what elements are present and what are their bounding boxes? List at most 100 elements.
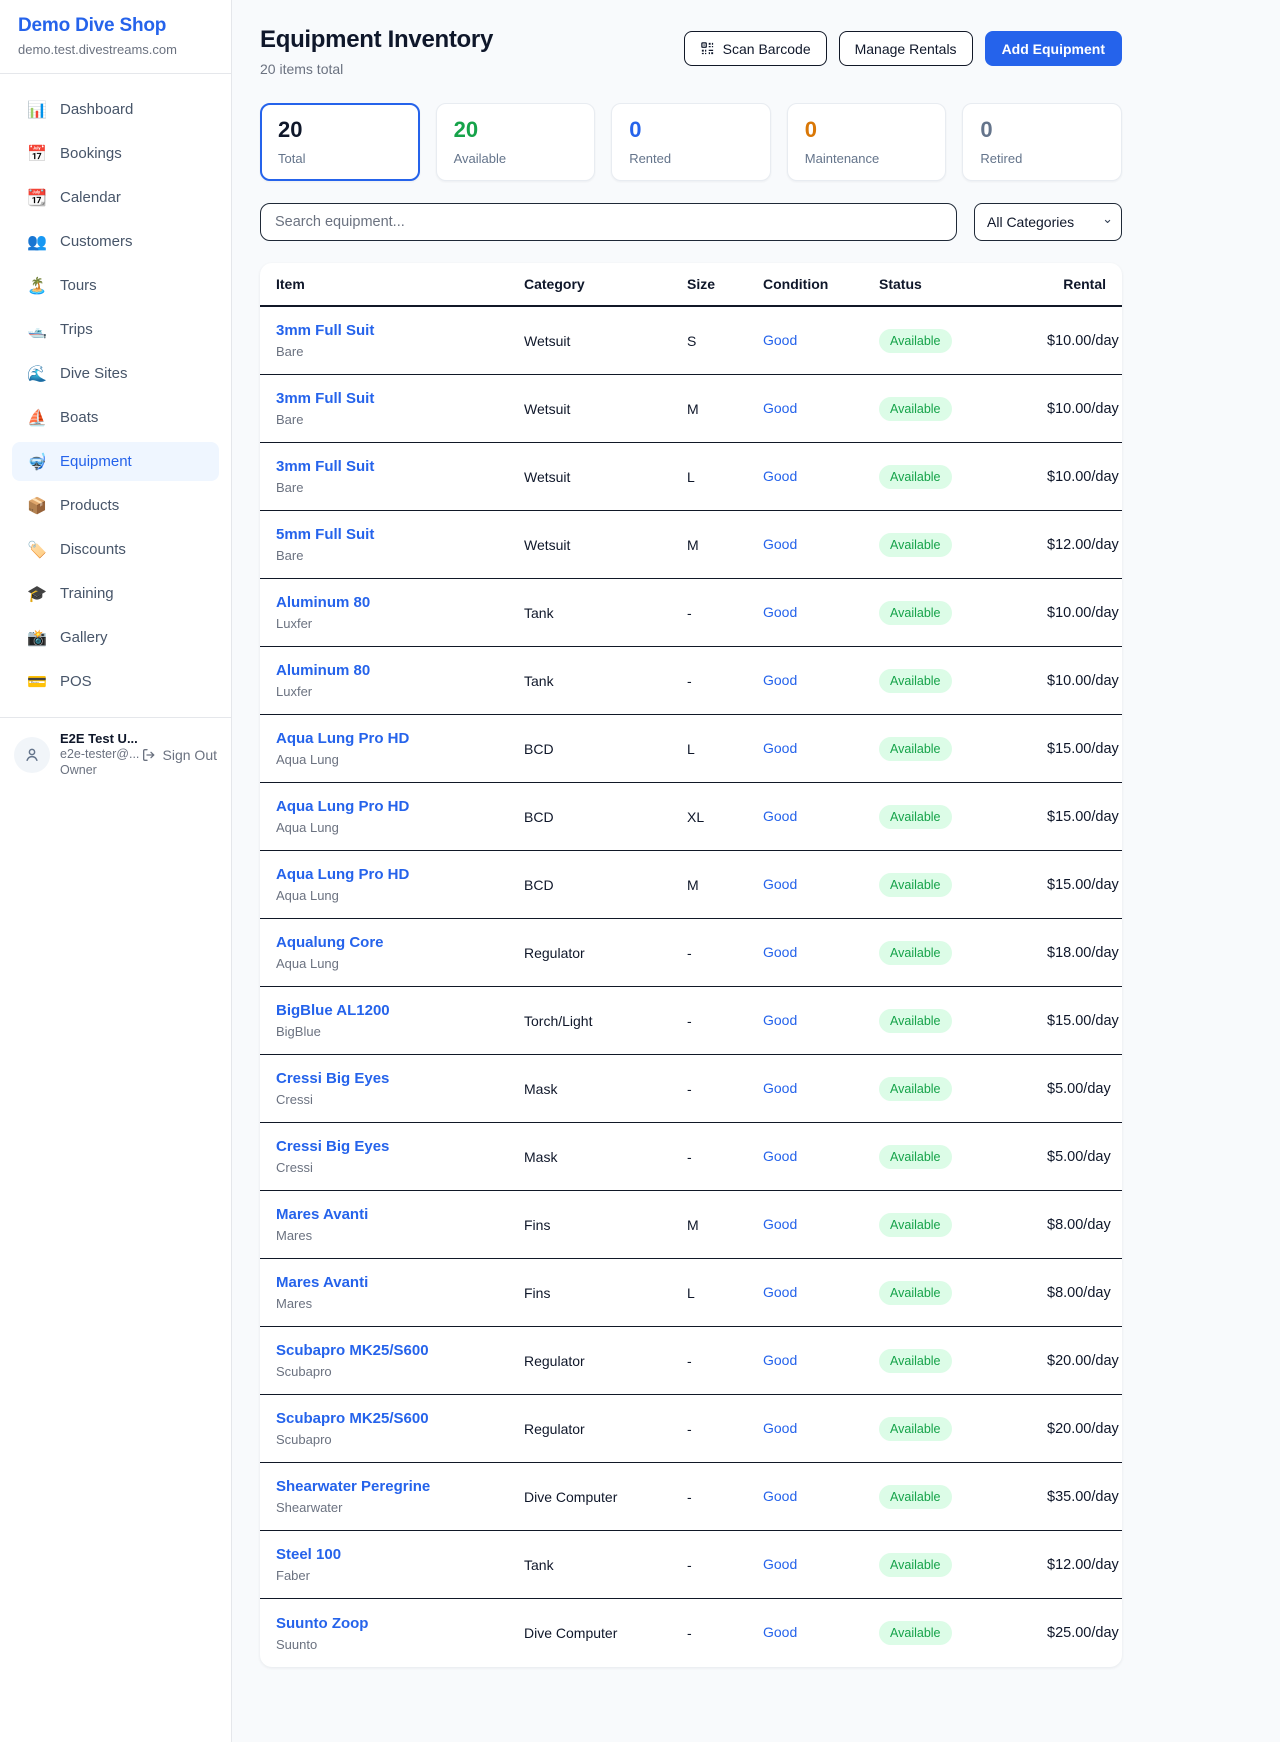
- item-condition-cell: Good: [763, 944, 879, 962]
- page-title: Equipment Inventory: [260, 26, 493, 54]
- item-condition-link[interactable]: Good: [763, 1352, 797, 1368]
- item-condition-link[interactable]: Good: [763, 400, 797, 416]
- stat-card-rented[interactable]: 0 Rented: [611, 103, 771, 181]
- search-input[interactable]: [260, 203, 957, 241]
- item-name-link[interactable]: Scubapro MK25/S600: [276, 1342, 429, 1359]
- item-category: Regulator: [524, 1421, 687, 1437]
- sidebar-item-tours[interactable]: 🏝️ Tours: [12, 266, 219, 305]
- stat-card-available[interactable]: 20 Available: [436, 103, 596, 181]
- stat-value: 0: [629, 117, 753, 143]
- sidebar-item-customers[interactable]: 👥 Customers: [12, 222, 219, 261]
- stat-card-total[interactable]: 20 Total: [260, 103, 420, 181]
- item-name-link[interactable]: Aqua Lung Pro HD: [276, 730, 409, 747]
- column-header: Category: [524, 276, 687, 292]
- sidebar-item-gallery[interactable]: 📸 Gallery: [12, 618, 219, 657]
- item-name-link[interactable]: 5mm Full Suit: [276, 526, 374, 543]
- stat-card-maintenance[interactable]: 0 Maintenance: [787, 103, 947, 181]
- sidebar-item-boats[interactable]: ⛵ Boats: [12, 398, 219, 437]
- item-category: Dive Computer: [524, 1489, 687, 1505]
- sidebar-item-discounts[interactable]: 🏷️ Discounts: [12, 530, 219, 569]
- item-name-link[interactable]: Aqua Lung Pro HD: [276, 866, 409, 883]
- item-cell: 3mm Full Suit Bare: [276, 458, 524, 495]
- item-size: -: [687, 1625, 763, 1641]
- status-badge: Available: [879, 1553, 952, 1577]
- item-brand: Bare: [276, 344, 524, 359]
- item-rental: $10.00/day: [1047, 401, 1119, 417]
- sidebar-item-pos[interactable]: 💳 POS: [12, 662, 219, 701]
- item-brand: Aqua Lung: [276, 752, 524, 767]
- item-condition-link[interactable]: Good: [763, 1080, 797, 1096]
- item-condition-link[interactable]: Good: [763, 876, 797, 892]
- sidebar-item-calendar[interactable]: 📆 Calendar: [12, 178, 219, 217]
- manage-rentals-button[interactable]: Manage Rentals: [839, 31, 973, 66]
- item-condition-link[interactable]: Good: [763, 1148, 797, 1164]
- item-condition-link[interactable]: Good: [763, 604, 797, 620]
- item-name-link[interactable]: 3mm Full Suit: [276, 322, 374, 339]
- table-row-suunto-zoop: Suunto Zoop Suunto Dive Computer - Good …: [260, 1599, 1122, 1667]
- item-condition-link[interactable]: Good: [763, 672, 797, 688]
- status-badge: Available: [879, 1621, 952, 1645]
- stat-value: 0: [805, 117, 929, 143]
- sidebar-item-training[interactable]: 🎓 Training: [12, 574, 219, 613]
- item-condition-link[interactable]: Good: [763, 1012, 797, 1028]
- scan-barcode-button[interactable]: Scan Barcode: [684, 31, 827, 66]
- item-name-link[interactable]: Aluminum 80: [276, 594, 370, 611]
- item-name-link[interactable]: Steel 100: [276, 1546, 341, 1563]
- sidebar-item-dive-sites[interactable]: 🌊 Dive Sites: [12, 354, 219, 393]
- item-condition-link[interactable]: Good: [763, 740, 797, 756]
- sidebar-item-trips[interactable]: 🛥️ Trips: [12, 310, 219, 349]
- item-condition-link[interactable]: Good: [763, 944, 797, 960]
- item-name-link[interactable]: BigBlue AL1200: [276, 1002, 390, 1019]
- item-condition-link[interactable]: Good: [763, 536, 797, 552]
- brand-title[interactable]: Demo Dive Shop: [18, 15, 213, 37]
- item-size: M: [687, 401, 763, 417]
- item-condition-link[interactable]: Good: [763, 1624, 797, 1640]
- column-header: Rental: [1047, 276, 1106, 292]
- table-row-mares-avanti: Mares Avanti Mares Fins M Good Available: [260, 1191, 1122, 1259]
- item-name-link[interactable]: Aluminum 80: [276, 662, 370, 679]
- sidebar-item-products[interactable]: 📦 Products: [12, 486, 219, 525]
- item-name-link[interactable]: Cressi Big Eyes: [276, 1070, 389, 1087]
- item-name-link[interactable]: Mares Avanti: [276, 1274, 368, 1291]
- item-condition-link[interactable]: Good: [763, 468, 797, 484]
- stat-card-retired[interactable]: 0 Retired: [962, 103, 1122, 181]
- item-condition-cell: Good: [763, 808, 879, 826]
- table-row-aqua-lung-pro-hd: Aqua Lung Pro HD Aqua Lung BCD L Good Av…: [260, 715, 1122, 783]
- item-status-cell: Available: [879, 1281, 1047, 1305]
- table-row-aluminum-80: Aluminum 80 Luxfer Tank - Good Available: [260, 647, 1122, 715]
- status-badge: Available: [879, 1281, 952, 1305]
- item-name-link[interactable]: Cressi Big Eyes: [276, 1138, 389, 1155]
- item-name-link[interactable]: Aqua Lung Pro HD: [276, 798, 409, 815]
- item-category: Tank: [524, 605, 687, 621]
- item-name-link[interactable]: 3mm Full Suit: [276, 458, 374, 475]
- column-header: Item: [276, 276, 524, 292]
- item-condition-link[interactable]: Good: [763, 1488, 797, 1504]
- item-condition-link[interactable]: Good: [763, 1216, 797, 1232]
- sign-out-button[interactable]: Sign Out: [141, 747, 217, 763]
- item-name-link[interactable]: 3mm Full Suit: [276, 390, 374, 407]
- sidebar-item-dashboard[interactable]: 📊 Dashboard: [12, 90, 219, 129]
- item-name-link[interactable]: Scubapro MK25/S600: [276, 1410, 429, 1427]
- item-name-link[interactable]: Aqualung Core: [276, 934, 384, 951]
- item-condition-link[interactable]: Good: [763, 808, 797, 824]
- item-name-link[interactable]: Suunto Zoop: [276, 1615, 368, 1632]
- sidebar-item-label: Customers: [60, 233, 133, 250]
- item-size: L: [687, 469, 763, 485]
- item-rental: $15.00/day: [1047, 1013, 1119, 1029]
- item-condition-cell: Good: [763, 1556, 879, 1574]
- item-condition-link[interactable]: Good: [763, 1284, 797, 1300]
- item-condition-link[interactable]: Good: [763, 1420, 797, 1436]
- item-name-link[interactable]: Shearwater Peregrine: [276, 1478, 430, 1495]
- table-row-5mm-full-suit: 5mm Full Suit Bare Wetsuit M Good Availa…: [260, 511, 1122, 579]
- item-condition-link[interactable]: Good: [763, 1556, 797, 1572]
- sidebar-item-equipment[interactable]: 🤿 Equipment: [12, 442, 219, 481]
- item-name-link[interactable]: Mares Avanti: [276, 1206, 368, 1223]
- header-actions: Scan Barcode Manage Rentals Add Equipmen…: [684, 31, 1122, 66]
- category-select[interactable]: All Categories: [974, 203, 1122, 241]
- add-equipment-button[interactable]: Add Equipment: [985, 31, 1122, 66]
- item-category: Mask: [524, 1149, 687, 1165]
- item-category: Tank: [524, 673, 687, 689]
- item-status-cell: Available: [879, 1417, 1047, 1441]
- item-condition-link[interactable]: Good: [763, 332, 797, 348]
- sidebar-item-bookings[interactable]: 📅 Bookings: [12, 134, 219, 173]
